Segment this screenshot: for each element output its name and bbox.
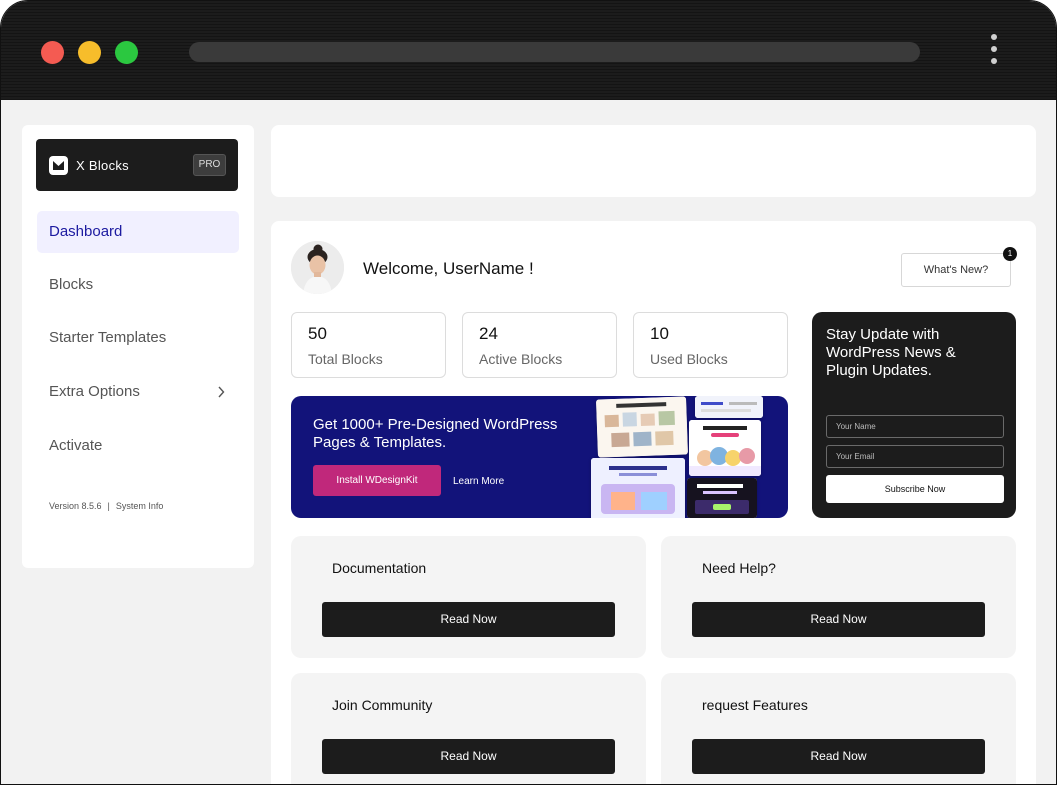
version-info: Version 8.5.6 | System Info — [49, 501, 163, 511]
read-now-button[interactable]: Read Now — [692, 739, 985, 774]
address-bar[interactable] — [189, 42, 920, 62]
template-preview-image — [687, 478, 757, 518]
read-now-button[interactable]: Read Now — [322, 602, 615, 637]
documentation-card: Documentation Read Now — [291, 536, 646, 658]
close-window-button[interactable] — [41, 41, 64, 64]
template-preview-image — [695, 396, 763, 418]
newsletter-title: Stay Update with WordPress News & Plugin… — [826, 326, 956, 379]
sidebar-item-extra-options[interactable]: Extra Options — [37, 371, 239, 413]
wdesignkit-promo-banner: Get 1000+ Pre-Designed WordPress Pages &… — [291, 396, 788, 518]
version-separator: | — [107, 501, 110, 511]
pro-badge: PRO — [193, 154, 226, 176]
stat-value: 24 — [479, 324, 498, 343]
read-now-button[interactable]: Read Now — [692, 602, 985, 637]
subscribe-now-button[interactable]: Subscribe Now — [826, 475, 1004, 503]
browser-window: X Blocks PRO Dashboard Blocks Starter Te… — [0, 0, 1057, 785]
brand-header[interactable]: X Blocks PRO — [36, 139, 238, 191]
sidebar-item-label: Activate — [49, 437, 103, 454]
install-wdesignkit-button[interactable]: Install WDesignKit — [313, 465, 441, 496]
sidebar-item-activate[interactable]: Activate — [37, 425, 239, 467]
card-title: Documentation — [332, 560, 427, 576]
sidebar-item-blocks[interactable]: Blocks — [37, 264, 239, 306]
newsletter-panel: Stay Update with WordPress News & Plugin… — [812, 312, 1016, 518]
card-title: Need Help? — [702, 560, 776, 576]
chevron-right-icon — [217, 371, 225, 413]
stat-total-blocks: 50 Total Blocks — [291, 312, 446, 378]
card-title: request Features — [702, 697, 808, 713]
top-bar — [271, 125, 1036, 197]
stat-label: Total Blocks — [308, 351, 383, 367]
join-community-card: Join Community Read Now — [291, 673, 646, 784]
stat-label: Used Blocks — [650, 351, 728, 367]
system-info-link[interactable]: System Info — [116, 501, 164, 511]
maximize-window-button[interactable] — [115, 41, 138, 64]
notification-badge: 1 — [1003, 247, 1017, 261]
template-preview-image — [591, 458, 685, 518]
sidebar: X Blocks PRO Dashboard Blocks Starter Te… — [22, 125, 254, 568]
stat-used-blocks: 10 Used Blocks — [633, 312, 788, 378]
template-preview-image — [689, 420, 761, 476]
promo-title: Get 1000+ Pre-Designed WordPress Pages &… — [313, 416, 558, 451]
sidebar-item-label: Starter Templates — [49, 329, 167, 346]
card-title: Join Community — [332, 697, 433, 713]
sidebar-item-starter-templates[interactable]: Starter Templates — [37, 317, 239, 359]
sidebar-item-dashboard[interactable]: Dashboard — [37, 211, 239, 253]
sidebar-item-label: Blocks — [49, 276, 94, 293]
avatar[interactable] — [291, 241, 344, 294]
sidebar-item-label: Extra Options — [49, 383, 140, 400]
welcome-heading: Welcome, UserName ! — [363, 259, 534, 278]
learn-more-link[interactable]: Learn More — [453, 476, 504, 487]
stat-active-blocks: 24 Active Blocks — [462, 312, 617, 378]
request-features-card: request Features Read Now — [661, 673, 1016, 784]
stat-value: 50 — [308, 324, 327, 343]
stat-label: Active Blocks — [479, 351, 563, 367]
dashboard-panel: Welcome, UserName ! What's New? 1 50 Tot… — [271, 221, 1036, 784]
read-now-button[interactable]: Read Now — [322, 739, 615, 774]
whats-new-button[interactable]: What's New? — [901, 253, 1011, 287]
newsletter-name-input[interactable] — [826, 415, 1004, 438]
stat-value: 10 — [650, 324, 669, 343]
x-blocks-logo-icon — [49, 156, 68, 175]
sidebar-item-label: Dashboard — [49, 223, 123, 240]
brand-name: X Blocks — [76, 158, 129, 173]
page-content: X Blocks PRO Dashboard Blocks Starter Te… — [1, 100, 1056, 784]
need-help-card: Need Help? Read Now — [661, 536, 1016, 658]
template-preview-image — [596, 396, 688, 458]
version-text: Version 8.5.6 — [49, 501, 102, 511]
minimize-window-button[interactable] — [78, 41, 101, 64]
newsletter-email-input[interactable] — [826, 445, 1004, 468]
kebab-menu-icon[interactable] — [986, 34, 1002, 70]
browser-titlebar — [1, 1, 1056, 100]
